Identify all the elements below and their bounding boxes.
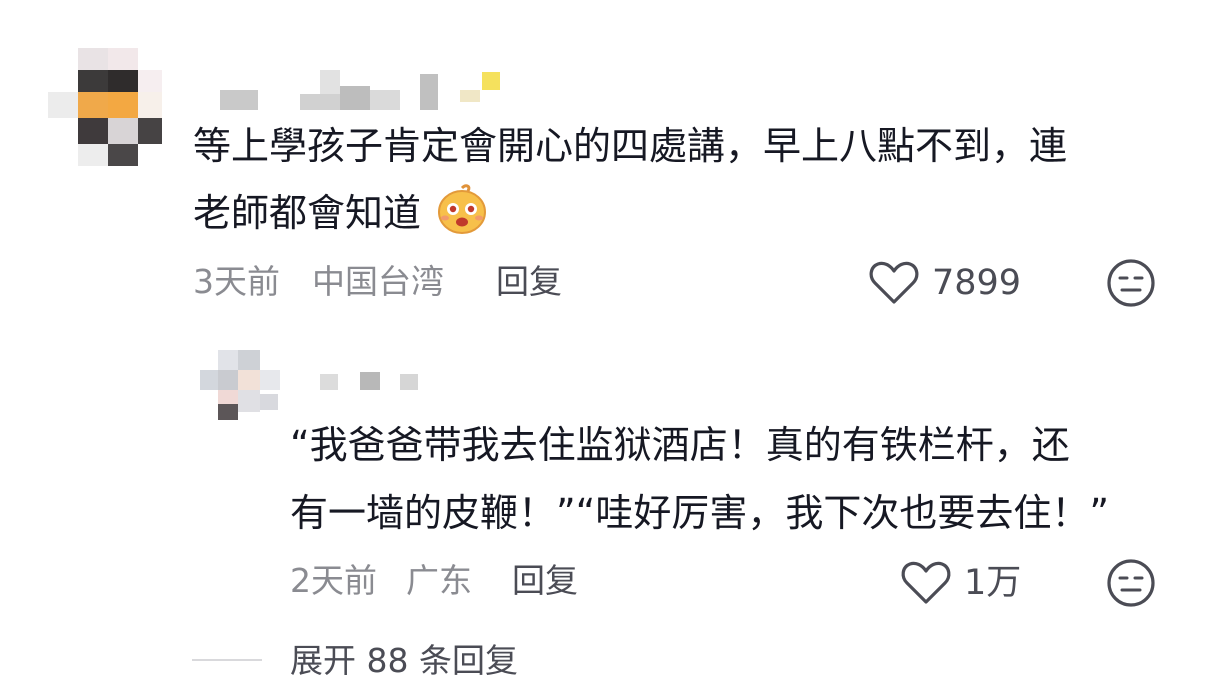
neutral-face-icon[interactable] — [1105, 257, 1157, 309]
like-count: 7899 — [932, 263, 1022, 303]
heart-outline-icon[interactable] — [868, 260, 920, 306]
reply-button[interactable]: 回复 — [512, 561, 578, 601]
reply-text-line: 有一墙的皮鞭！”“哇好厉害，我下次也要去住！” — [290, 491, 1110, 535]
reply-location: 广东 — [406, 561, 472, 600]
reply-button[interactable]: 回复 — [496, 262, 562, 302]
avatar[interactable] — [200, 350, 280, 420]
username[interactable] — [320, 372, 430, 392]
comment-text-content: 老師都會知道 — [193, 191, 422, 235]
comment-text-line: 等上學孩子肯定會開心的四處講，早上八點不到，連 — [193, 124, 1068, 168]
neutral-face-icon[interactable] — [1105, 557, 1157, 609]
expand-divider — [192, 659, 262, 661]
grinning-face-emoji — [438, 184, 487, 234]
reply-text-line: “我爸爸带我去住监狱酒店！真的有铁栏杆，还 — [290, 423, 1070, 467]
like-count: 1万 — [964, 563, 1022, 603]
comment-time: 3天前 — [193, 262, 280, 301]
heart-outline-icon[interactable] — [900, 560, 952, 606]
reply-time: 2天前 — [290, 561, 377, 600]
expand-replies-button[interactable]: 展开 88 条回复 — [290, 641, 518, 681]
comment-text-line: 老師都會知道 — [193, 178, 489, 248]
username[interactable] — [220, 70, 510, 112]
comment-location: 中国台湾 — [312, 262, 444, 301]
avatar[interactable] — [48, 48, 166, 166]
